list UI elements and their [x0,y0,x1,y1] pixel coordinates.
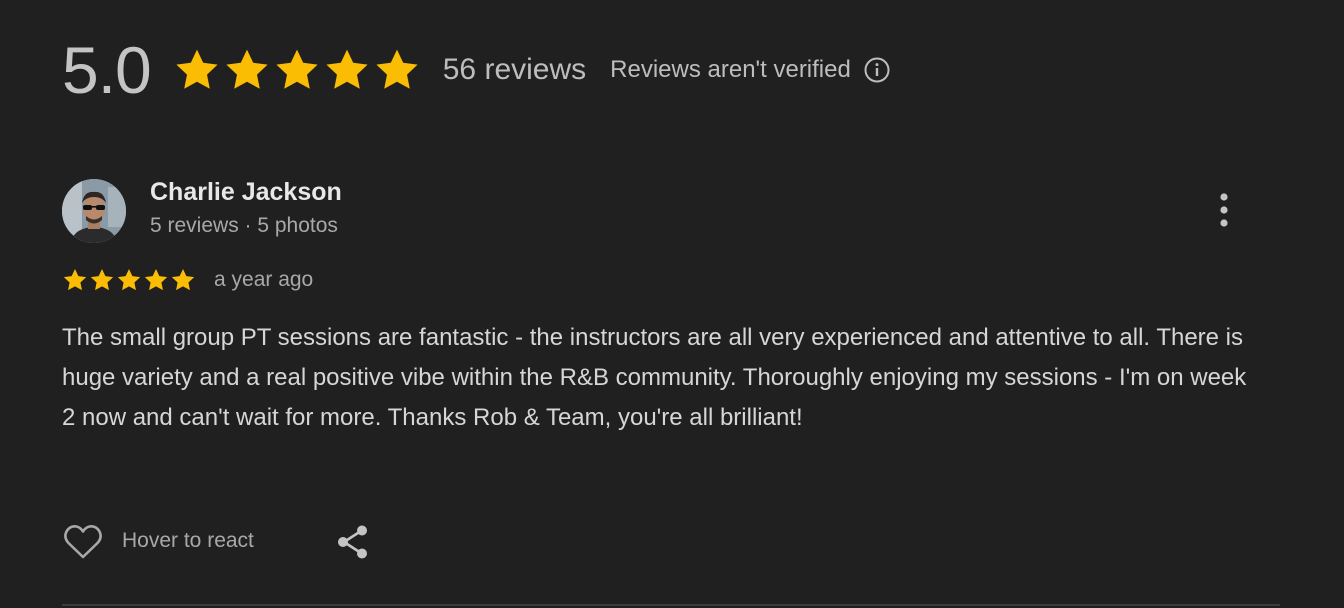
summary-star-rating [173,46,421,94]
star-icon [276,49,318,89]
review-text: The small group PT sessions are fantasti… [62,324,1247,431]
star-icon [226,49,268,89]
avatar[interactable] [62,179,126,243]
star-icon [326,49,368,89]
reviewer-meta: 5 reviews · 5 photos [150,214,338,237]
star-icon [144,268,168,291]
more-options-button[interactable] [1206,188,1242,232]
star-icon [176,49,218,89]
review-date: a year ago [214,268,314,291]
info-icon[interactable] [863,56,891,84]
rating-summary: 5.0 56 reviews Reviews aren't verified [62,28,891,112]
heart-icon[interactable] [62,522,104,562]
share-icon[interactable] [334,522,372,562]
average-rating: 5.0 [62,33,152,107]
star-icon [117,268,141,291]
star-icon [90,268,114,291]
star-icon [63,268,87,291]
divider [62,604,1280,606]
react-label[interactable]: Hover to react [122,529,254,553]
reviewer-name[interactable]: Charlie Jackson [150,178,342,207]
star-icon [376,49,418,89]
star-icon [171,268,195,291]
avatar-photo [62,179,126,243]
verification-note: Reviews aren't verified [610,56,851,83]
reviews-panel: 5.0 56 reviews Reviews aren't verified C… [0,0,1344,608]
review-count: 56 reviews [442,53,587,86]
more-vert-icon [1220,193,1228,227]
review-star-rating [62,267,196,293]
